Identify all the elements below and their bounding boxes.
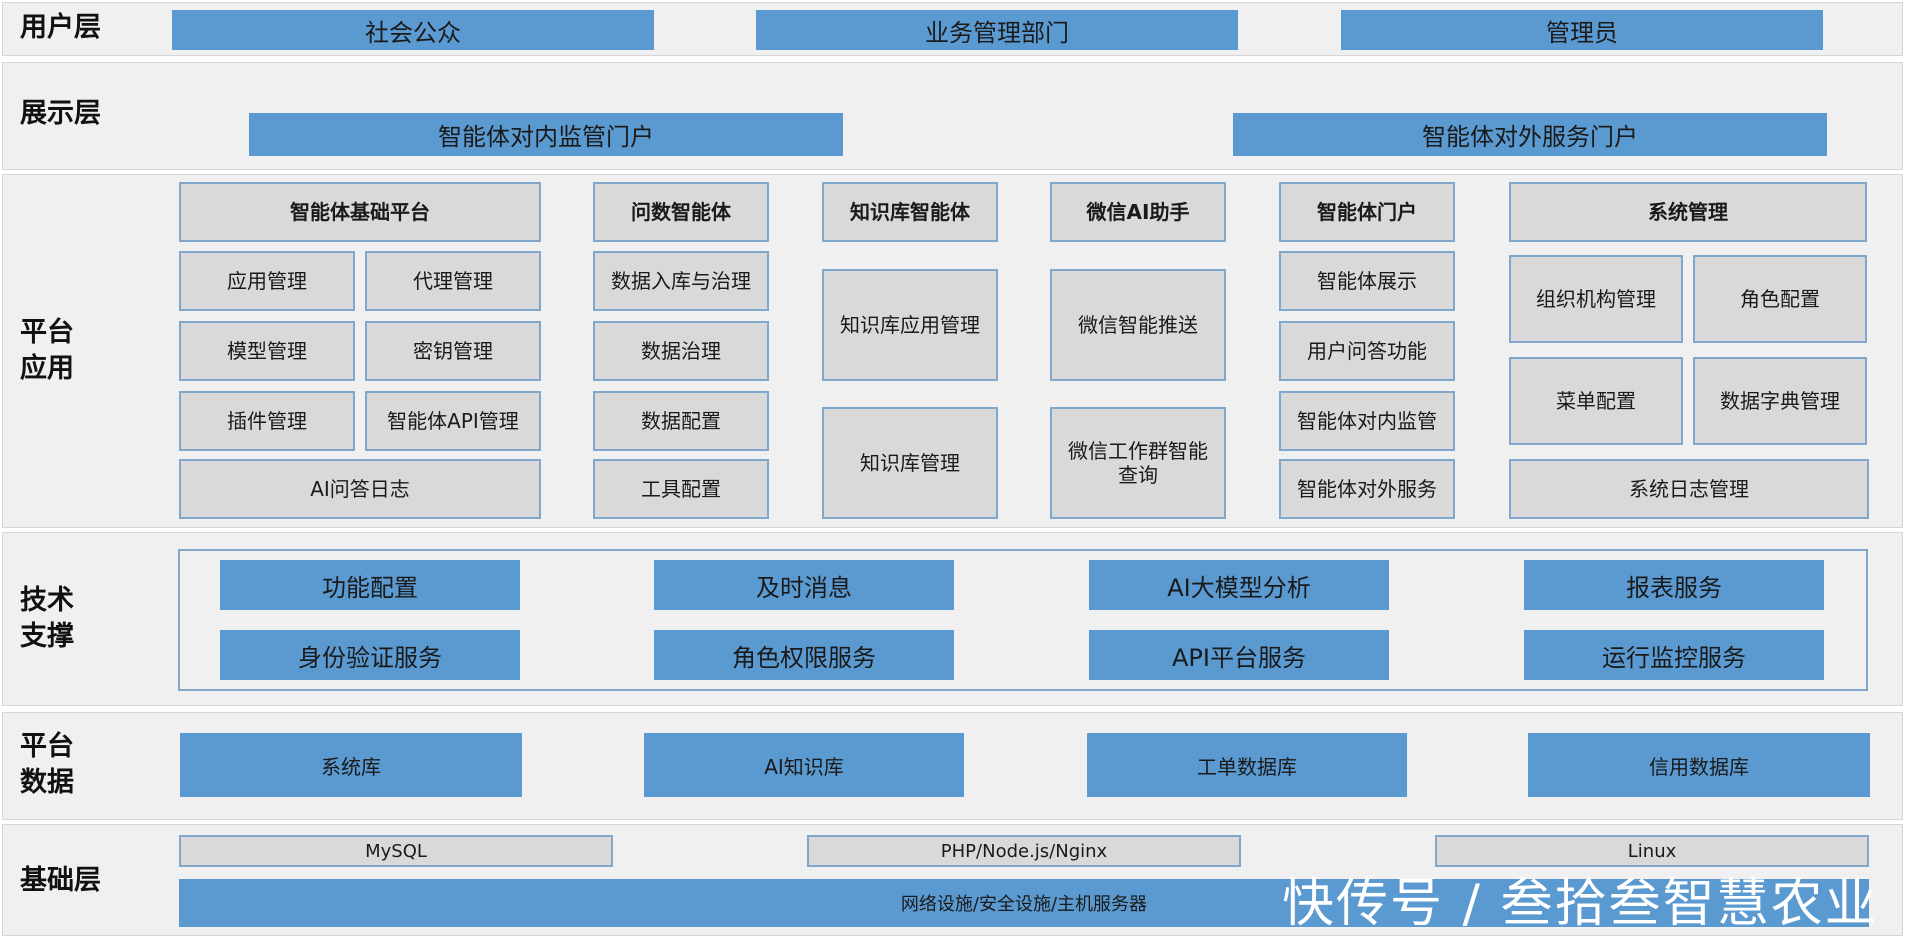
menu-config: 菜单配置 bbox=[1509, 357, 1683, 445]
tech-ai-model-analysis: AI大模型分析 bbox=[1089, 560, 1389, 610]
tech-auth-service: 身份验证服务 bbox=[220, 630, 520, 680]
db-credit: 信用数据库 bbox=[1528, 733, 1870, 797]
user-box-admin: 管理员 bbox=[1341, 10, 1823, 50]
group-title-system-management: 系统管理 bbox=[1509, 182, 1867, 242]
group-title-agent-portal: 智能体门户 bbox=[1279, 182, 1455, 242]
data-dict-management: 数据字典管理 bbox=[1693, 357, 1867, 445]
group-title-agent-base-platform: 智能体基础平台 bbox=[179, 182, 541, 242]
data-config: 数据配置 bbox=[593, 391, 769, 451]
data-governance: 数据治理 bbox=[593, 321, 769, 381]
wechat-smart-push: 微信智能推送 bbox=[1050, 269, 1226, 381]
db-system: 系统库 bbox=[180, 733, 522, 797]
user-layer: 用户层 社会公众 业务管理部门 管理员 bbox=[2, 2, 1903, 56]
tech-function-config: 功能配置 bbox=[220, 560, 520, 610]
tech-role-permission-service: 角色权限服务 bbox=[654, 630, 954, 680]
key-management: 密钥管理 bbox=[365, 321, 541, 381]
display-box-internal-portal: 智能体对内监管门户 bbox=[249, 113, 843, 156]
db-work-order: 工单数据库 bbox=[1087, 733, 1407, 797]
org-management: 组织机构管理 bbox=[1509, 255, 1683, 343]
group-title-knowledge-agent: 知识库智能体 bbox=[822, 182, 998, 242]
app-management: 应用管理 bbox=[179, 251, 355, 311]
agent-internal-supervision: 智能体对内监管 bbox=[1279, 391, 1455, 451]
wechat-group-query: 微信工作群智能 查询 bbox=[1050, 407, 1226, 519]
data-layer-label: 平台 数据 bbox=[20, 731, 74, 798]
user-qa-function: 用户问答功能 bbox=[1279, 321, 1455, 381]
db-ai-knowledge: AI知识库 bbox=[644, 733, 964, 797]
model-management: 模型管理 bbox=[179, 321, 355, 381]
group-title-data-qa-agent: 问数智能体 bbox=[593, 182, 769, 242]
tech-instant-message: 及时消息 bbox=[654, 560, 954, 610]
infra-mysql: MySQL bbox=[179, 835, 613, 867]
infra-linux: Linux bbox=[1435, 835, 1869, 867]
ai-qa-log: AI问答日志 bbox=[179, 459, 541, 519]
data-layer: 平台 数据 系统库 AI知识库 工单数据库 信用数据库 bbox=[2, 712, 1903, 820]
group-title-wechat-ai-assistant: 微信AI助手 bbox=[1050, 182, 1226, 242]
display-layer: 展示层 智能体对内监管门户 智能体对外服务门户 bbox=[2, 62, 1903, 170]
agent-showcase: 智能体展示 bbox=[1279, 251, 1455, 311]
infra-layer-label: 基础层 bbox=[20, 865, 101, 896]
watermark-text: 快传号 / 叁拾叁智慧农业 bbox=[1282, 874, 1879, 934]
display-layer-label: 展示层 bbox=[20, 98, 101, 129]
agent-api-management: 智能体API管理 bbox=[365, 391, 541, 451]
tech-layer-label: 技术 支撑 bbox=[20, 585, 74, 652]
kb-management: 知识库管理 bbox=[822, 407, 998, 519]
platform-app-layer-label: 平台 应用 bbox=[20, 317, 74, 384]
user-layer-label: 用户层 bbox=[20, 12, 101, 43]
kb-app-management: 知识库应用管理 bbox=[822, 269, 998, 381]
role-config: 角色配置 bbox=[1693, 255, 1867, 343]
tech-monitoring-service: 运行监控服务 bbox=[1524, 630, 1824, 680]
tool-config: 工具配置 bbox=[593, 459, 769, 519]
proxy-management: 代理管理 bbox=[365, 251, 541, 311]
data-ingest-governance: 数据入库与治理 bbox=[593, 251, 769, 311]
agent-external-service: 智能体对外服务 bbox=[1279, 459, 1455, 519]
platform-app-layer: 平台 应用 智能体基础平台 应用管理 代理管理 模型管理 密钥管理 插件管理 智… bbox=[2, 174, 1903, 528]
infra-php-node-nginx: PHP/Node.js/Nginx bbox=[807, 835, 1241, 867]
plugin-management: 插件管理 bbox=[179, 391, 355, 451]
user-box-business-dept: 业务管理部门 bbox=[756, 10, 1238, 50]
tech-report-service: 报表服务 bbox=[1524, 560, 1824, 610]
system-log-management: 系统日志管理 bbox=[1509, 459, 1869, 519]
user-box-public: 社会公众 bbox=[172, 10, 654, 50]
tech-api-platform-service: API平台服务 bbox=[1089, 630, 1389, 680]
display-box-external-portal: 智能体对外服务门户 bbox=[1233, 113, 1827, 156]
